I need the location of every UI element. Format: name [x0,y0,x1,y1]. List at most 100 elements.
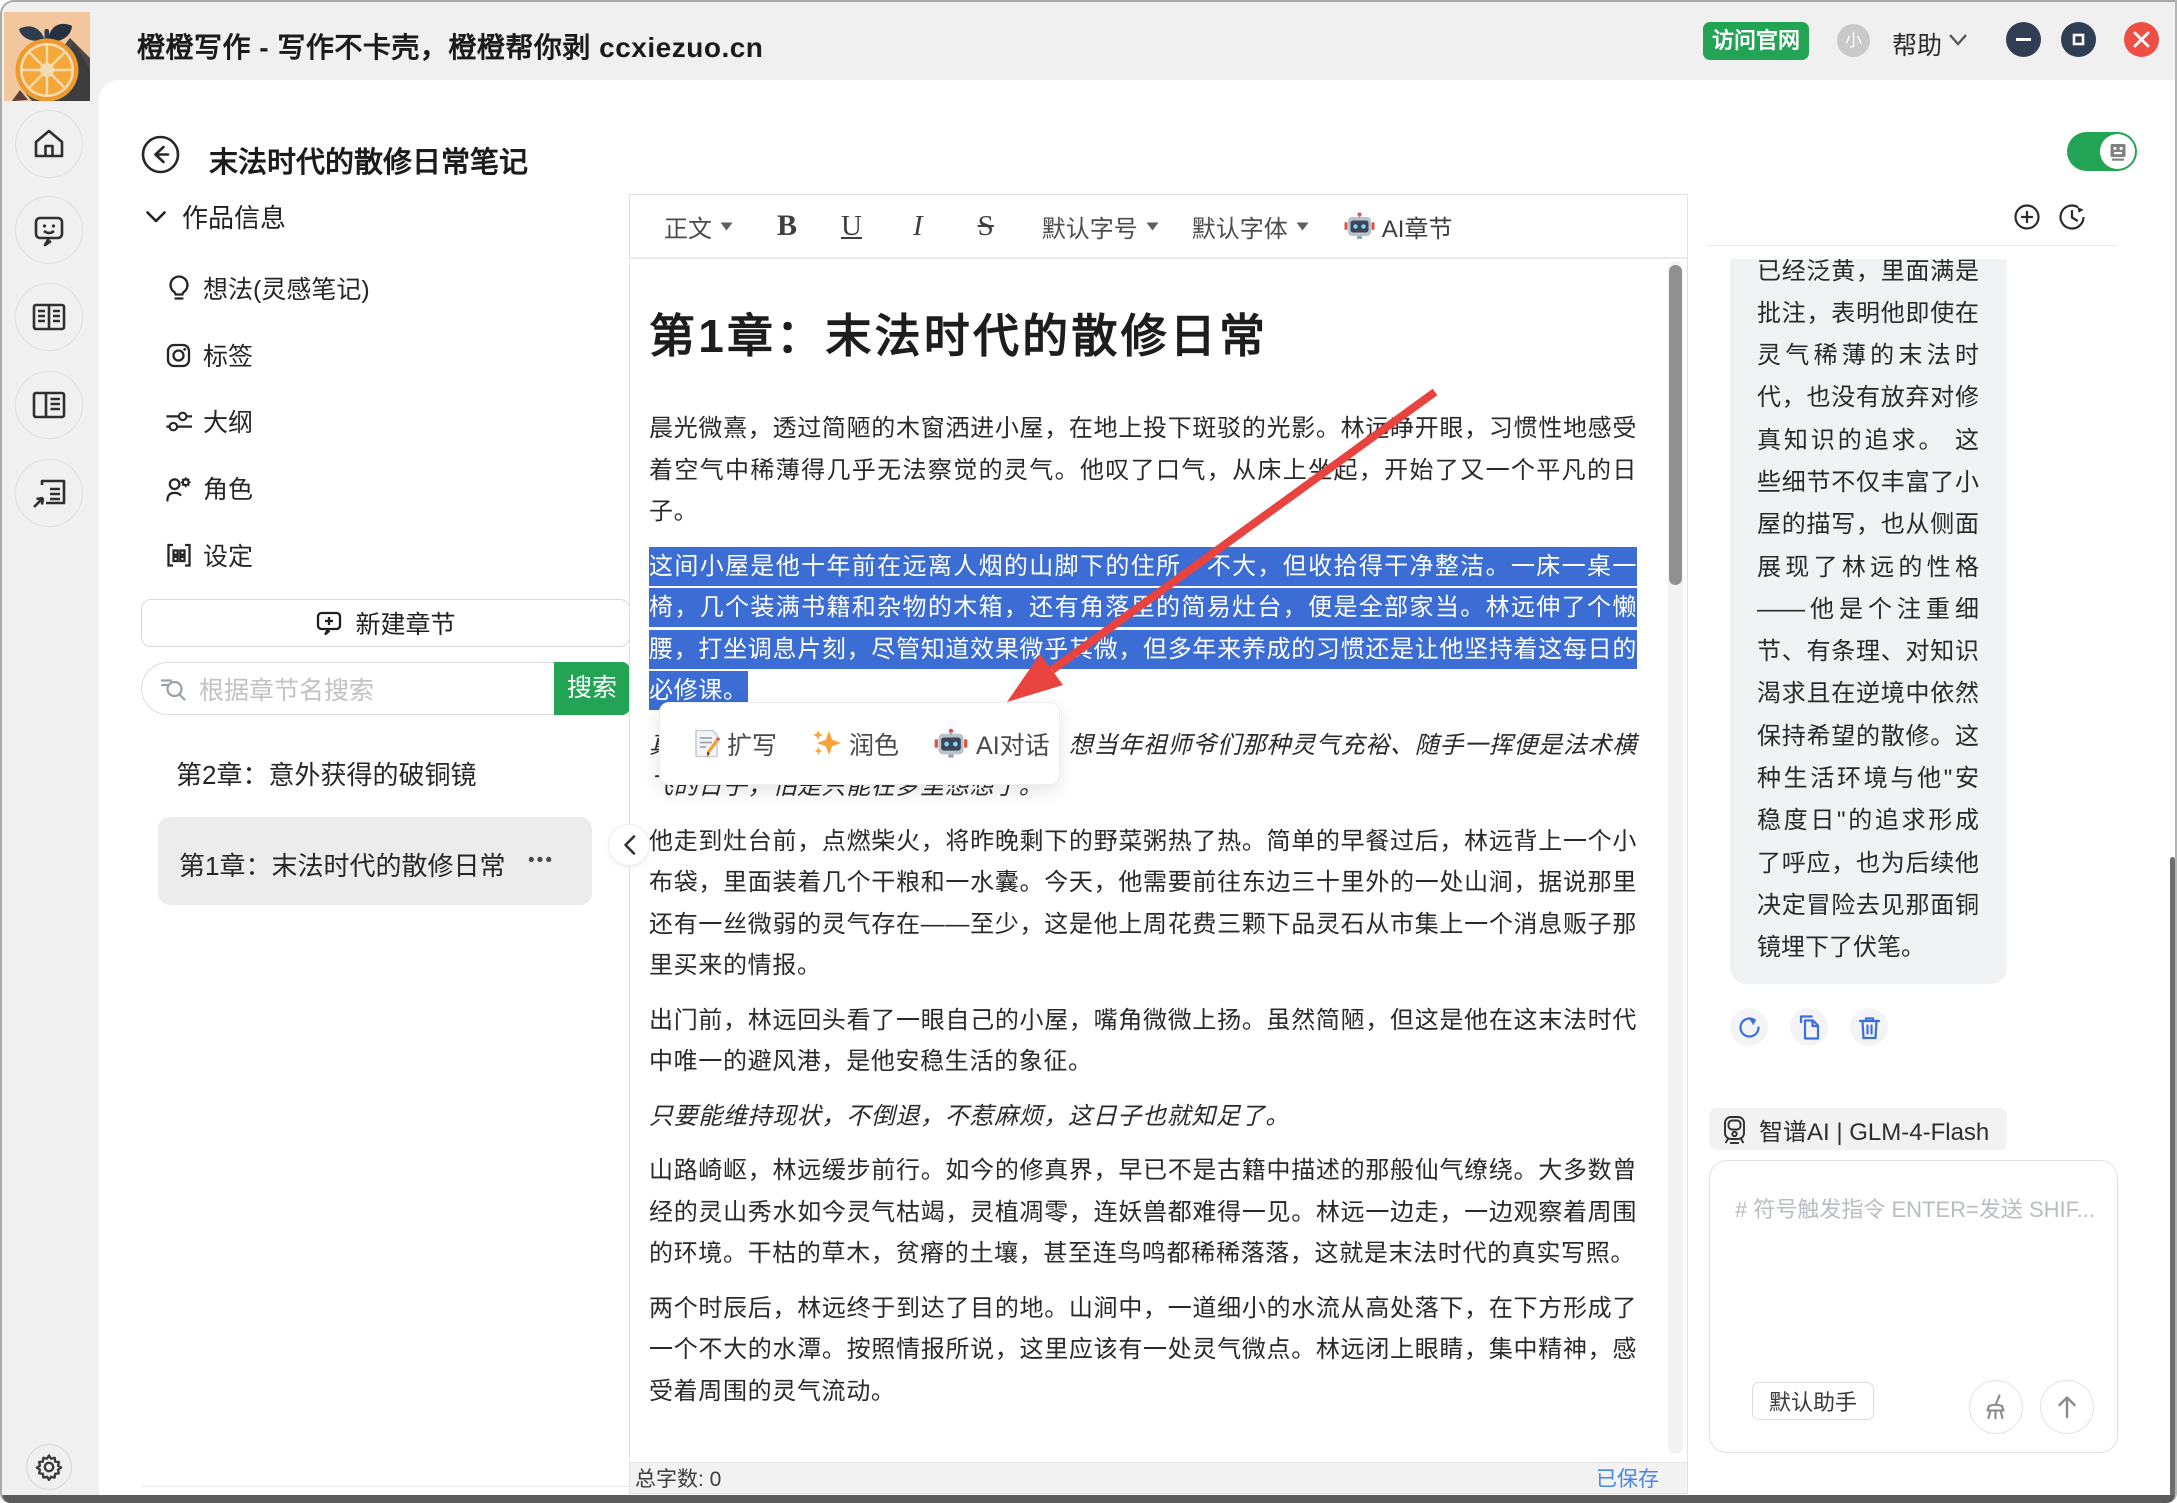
export-doc-icon[interactable] [15,459,83,527]
paragraph: 出门前，林远回头看了一眼自己的小屋，嘴角微微上扬。虽然简陋，但这是他在这末法时代… [649,1000,1637,1083]
robot-icon [933,727,969,760]
outline-sliders-icon [165,408,192,435]
close-button[interactable] [2124,22,2159,57]
sidebar-item-label: 标签 [203,337,253,373]
search-icon [159,674,189,704]
editor-panel: 正文 B U I S 默认字号 默认字体 [629,194,1688,1494]
paragraph-style-select[interactable]: 正文 [664,209,733,244]
paragraph: 他走到灶台前，点燃柴火，将昨晚剩下的野菜粥热了热。简单的早餐过后，林远背上一个小… [649,821,1637,987]
new-chapter-label: 新建章节 [355,605,455,641]
ai-chat-button[interactable]: AI对话 [933,726,1050,762]
panel-scrollbar-thumb[interactable] [2170,857,2175,1499]
help-menu[interactable]: 帮助 [1892,26,1942,62]
sparkles-icon [811,728,842,759]
search-button[interactable]: 搜索 [554,662,630,715]
sidebar-item-label: 想法(灵感笔记) [203,270,370,306]
chapter-label: 第1章：末法时代的散修日常 [179,846,505,883]
clear-broom-icon[interactable] [1969,1380,2023,1434]
sidebar-divider [141,1486,630,1487]
robot-icon [1343,211,1376,241]
app-logo [4,12,90,101]
ai-assistant-toggle[interactable] [2067,132,2137,171]
avatar[interactable]: 小 [1837,24,1870,57]
regenerate-icon[interactable] [1730,1008,1768,1046]
caret-down-icon [1296,222,1309,231]
section-label: 作品信息 [182,198,286,235]
saved-status: 已保存 [1596,1463,1659,1493]
visit-site-button[interactable]: 访问官网 [1703,22,1809,60]
bold-button[interactable]: B [777,209,797,243]
collapse-sidebar-button[interactable] [608,824,650,866]
sidebar-item-characters[interactable]: 角色 [165,470,253,506]
paragraph-selected: 这间小屋是他十年前在远离人烟的山脚下的住所，不大，但收拾得干净整洁。一床一桌一椅… [649,546,1637,712]
caret-down-icon [1146,222,1159,231]
new-chapter-button[interactable]: 新建章节 [141,599,630,647]
book-open-icon[interactable] [15,283,83,351]
model-robot-icon [1723,1114,1746,1145]
assistant-divider [1706,245,2118,246]
italic-button[interactable]: I [913,210,923,243]
lightbulb-icon [165,275,192,302]
editor-scrollbar[interactable] [1668,261,1683,1454]
sidebar-item-ideas[interactable]: 想法(灵感笔记) [165,270,370,306]
home-icon[interactable] [15,110,83,178]
sidebar-item-outline[interactable]: 大纲 [165,403,253,439]
section-work-info[interactable]: 作品信息 [145,198,286,235]
chat-plus-icon [315,609,343,637]
delete-icon[interactable] [1850,1008,1888,1046]
window-bottom-edge [2,1495,2175,1503]
paragraph: 晨光微熹，透过简陋的木窗洒进小屋，在地上投下斑驳的光影。林远睁开眼，习惯性地感受… [649,408,1637,533]
default-assistant-button[interactable]: 默认助手 [1752,1382,1874,1420]
new-conversation-button[interactable] [2013,203,2041,231]
strikethrough-button[interactable]: S [978,210,994,243]
model-chip[interactable]: 智谱AI | GLM-4-Flash [1709,1108,2007,1150]
ai-chat-label: AI对话 [976,726,1050,762]
reader-panel-icon[interactable] [15,371,83,439]
chevron-down-icon [1946,32,1970,48]
paragraph: 两个时辰后，林远终于到达了目的地。山涧中，一道细小的水流从高处落下，在下方形成了… [649,1288,1637,1413]
selection-ai-popup: 扩写 润色 [659,702,1060,785]
font-family-select[interactable]: 默认字体 [1192,209,1309,244]
chapter-heading: 第1章：末法时代的散修日常 [649,300,1637,366]
titlebar: 橙橙写作 - 写作不卡壳，橙橙帮你剥 ccxiezuo.cn 访问官网 小 帮助 [2,2,2177,80]
sidebar-item-label: 大纲 [203,403,253,439]
ai-chapter-button[interactable]: AI章节 [1343,209,1453,244]
more-dots-icon[interactable]: ••• [528,850,554,872]
sidebar-item-settings[interactable]: 设定 [165,537,253,573]
font-size-select[interactable]: 默认字号 [1042,209,1159,244]
polish-label: 润色 [849,726,899,762]
left-rail [2,80,99,1503]
editor-statusbar: 总字数: 0 已保存 [630,1462,1687,1493]
maximize-button[interactable] [2061,22,2096,57]
chapter-item-active[interactable]: 第1章：末法时代的散修日常 ••• [158,817,592,905]
expand-write-label: 扩写 [727,726,777,762]
chapter-search-input[interactable]: 根据章节名搜索 [141,662,554,715]
chat-input-placeholder: # 符号触发指令 ENTER=发送 SHIF... [1735,1192,2097,1224]
chevron-down-icon [145,210,167,224]
copy-icon[interactable] [1790,1008,1828,1046]
expand-write-button[interactable]: 扩写 [693,726,777,762]
editor-scrollbar-thumb[interactable] [1669,265,1682,585]
history-icon[interactable] [2058,203,2086,231]
search-placeholder: 根据章节名搜索 [199,671,374,707]
document[interactable]: 第1章：末法时代的散修日常 晨光微熹，透过简陋的木窗洒进小屋，在地上投下斑驳的光… [649,300,1637,1425]
sidebar-item-tags[interactable]: 标签 [165,337,253,373]
word-count: 总字数: 0 [635,1463,721,1493]
memo-pencil-icon [693,729,720,758]
chat-input[interactable]: # 符号触发指令 ENTER=发送 SHIF... 默认助手 [1709,1160,2118,1453]
underline-button[interactable]: U [841,210,862,243]
polish-button[interactable]: 润色 [811,726,899,762]
feedback-chat-icon[interactable] [15,196,83,264]
setting-brackets-icon [165,542,192,569]
character-user-gear-icon [165,475,192,502]
assistant-message-text: 已经泛黄，里面满是批注，表明他即使在灵气稀薄的末法时代，也没有放弃对修真知识的追… [1757,259,1979,970]
back-button[interactable] [141,135,180,174]
paragraph: 山路崎岖，林远缓步前行。如今的修真界，早已不是古籍中描述的那般仙气缭绕。大多数曾… [649,1150,1637,1275]
chapter-item[interactable]: 第2章：意外获得的破铜镜 [176,755,476,792]
work-title: 末法时代的散修日常笔记 [209,139,528,181]
minimize-button[interactable] [2006,22,2041,57]
tag-icon [165,342,192,369]
settings-gear-icon[interactable] [26,1444,72,1490]
paragraph-italic: 只要能维持现状，不倒退，不惹麻烦，这日子也就知足了。 [649,1096,1637,1138]
send-button[interactable] [2040,1380,2094,1434]
